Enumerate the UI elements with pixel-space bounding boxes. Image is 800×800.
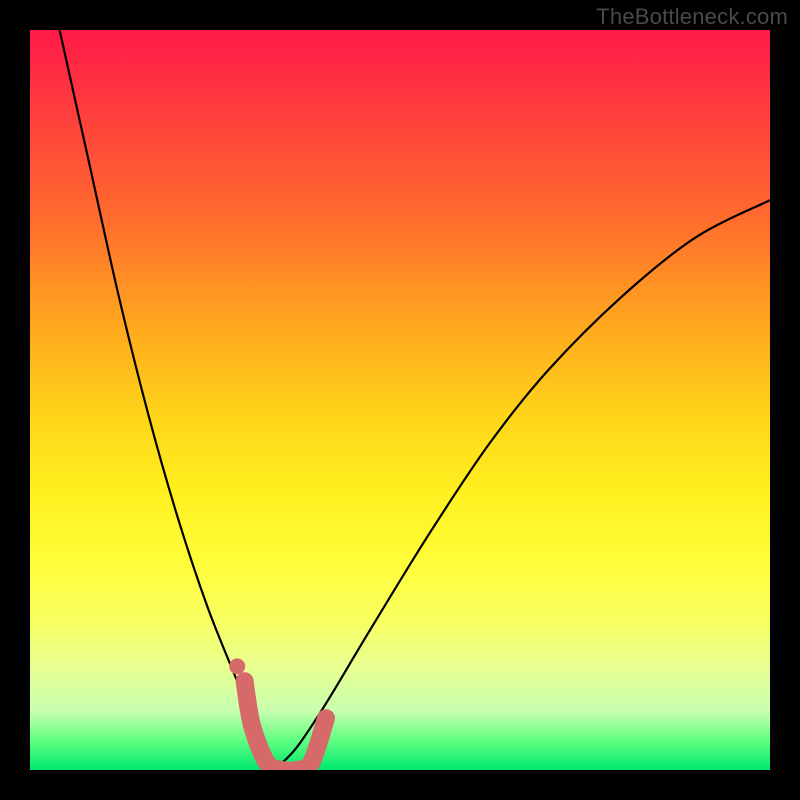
valley-marker-dot (229, 658, 245, 674)
valley-marker (245, 681, 326, 770)
left-curve (60, 30, 275, 770)
chart-frame: TheBottleneck.com (0, 0, 800, 800)
right-curve (274, 200, 770, 770)
plot-area (30, 30, 770, 770)
watermark-text: TheBottleneck.com (596, 4, 788, 30)
chart-svg (30, 30, 770, 770)
